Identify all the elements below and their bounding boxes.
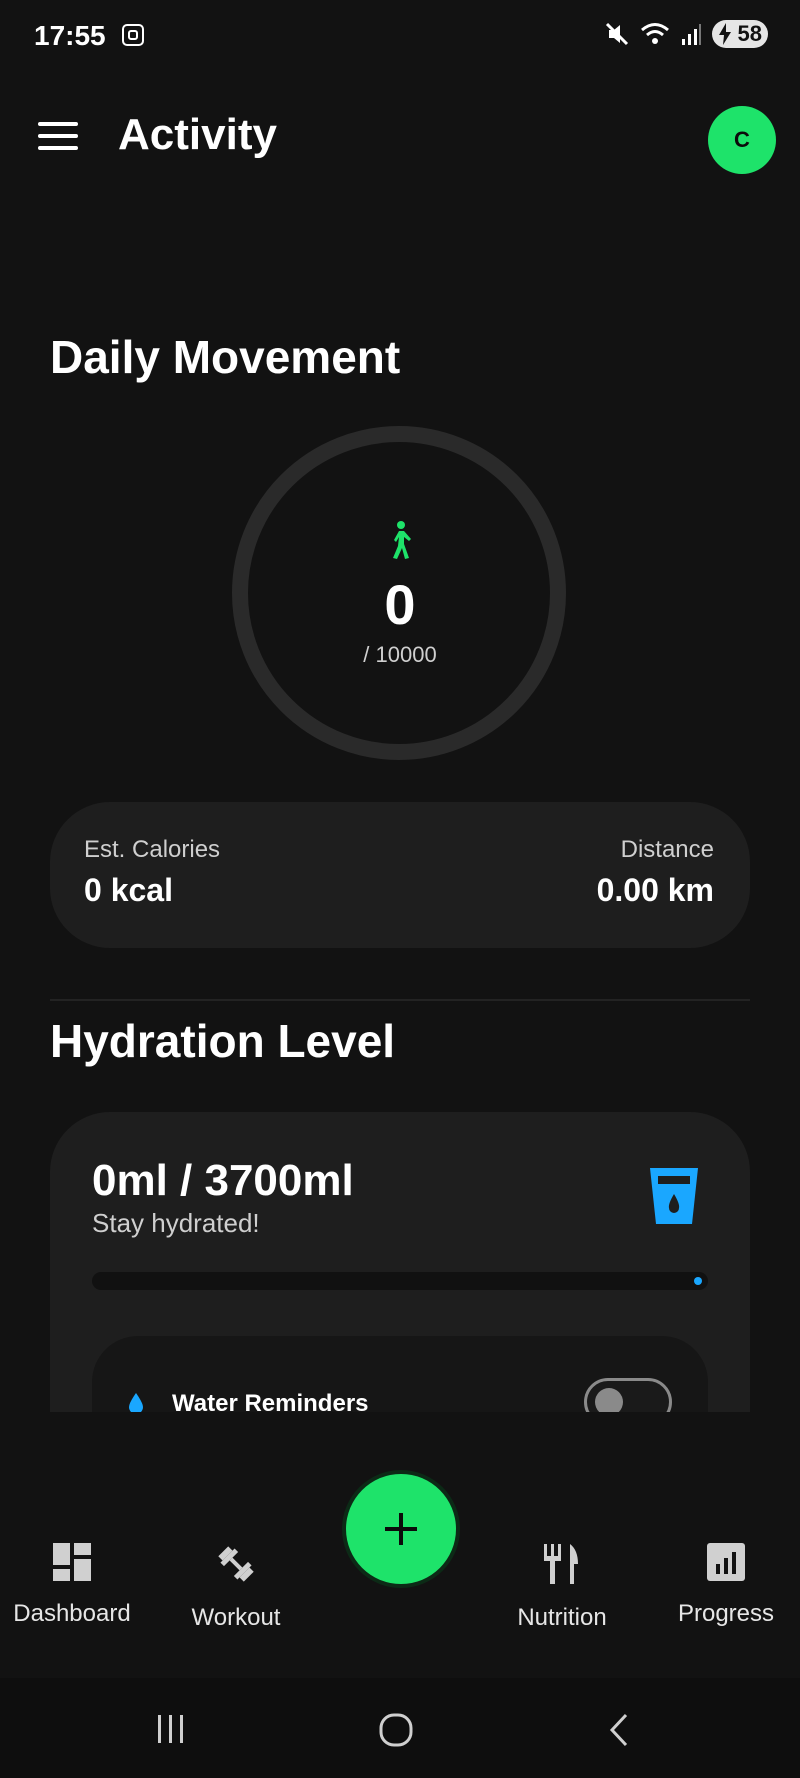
nav-label-nutrition: Nutrition [517, 1604, 607, 1631]
back-icon[interactable] [606, 1712, 634, 1748]
menu-button[interactable] [38, 122, 78, 152]
recent-apps-icon[interactable] [154, 1712, 188, 1746]
nav-item-nutrition[interactable]: Nutrition [482, 1542, 642, 1632]
walking-icon [393, 521, 411, 559]
menu-icon [38, 122, 78, 126]
bar-chart-icon [707, 1543, 745, 1581]
screenshot-icon [122, 24, 144, 46]
nav-item-progress[interactable]: Progress [646, 1542, 800, 1628]
steps-goal: / 10000 [363, 642, 437, 667]
hydration-progress-bar [92, 1272, 708, 1290]
charging-icon [719, 23, 731, 45]
steps-count: 0 [384, 573, 416, 636]
home-icon[interactable] [378, 1712, 414, 1748]
battery-indicator: 58 [712, 20, 768, 48]
daily-movement-title: Daily Movement [50, 331, 401, 383]
add-button[interactable] [346, 1474, 456, 1584]
section-divider [50, 999, 750, 1001]
calories-value: 0 kcal [84, 872, 173, 908]
status-icons: 58 [604, 20, 768, 48]
plus-icon [385, 1513, 417, 1545]
nav-label-progress: Progress [677, 1600, 775, 1627]
signal-icon [682, 24, 701, 45]
nav-item-workout[interactable]: Workout [156, 1542, 316, 1632]
distance-label: Distance [620, 836, 714, 863]
progress-end-indicator [694, 1277, 702, 1285]
status-time: 17:55 [34, 20, 106, 51]
hydration-title: Hydration Level [50, 1015, 396, 1067]
water-cup-icon[interactable] [648, 1166, 700, 1226]
nav-label-workout: Workout [191, 1604, 281, 1631]
nav-item-dashboard[interactable]: Dashboard [0, 1542, 152, 1628]
distance-value: 0.00 km [596, 872, 714, 908]
calories-label: Est. Calories [84, 836, 221, 863]
mute-icon [605, 22, 629, 46]
hydration-subtitle: Stay hydrated! [92, 1208, 260, 1238]
dashboard-icon [53, 1543, 91, 1581]
page-title: Activity [118, 110, 277, 159]
fork-knife-icon [544, 1544, 578, 1584]
battery-level: 58 [737, 21, 762, 46]
dumbbell-icon [218, 1546, 254, 1582]
avatar[interactable]: C [708, 106, 776, 174]
hydration-amount: 0ml / 3700ml [92, 1156, 354, 1205]
wifi-icon [641, 23, 669, 44]
water-drop-icon [129, 1393, 143, 1414]
nav-label-dashboard: Dashboard [13, 1600, 131, 1627]
